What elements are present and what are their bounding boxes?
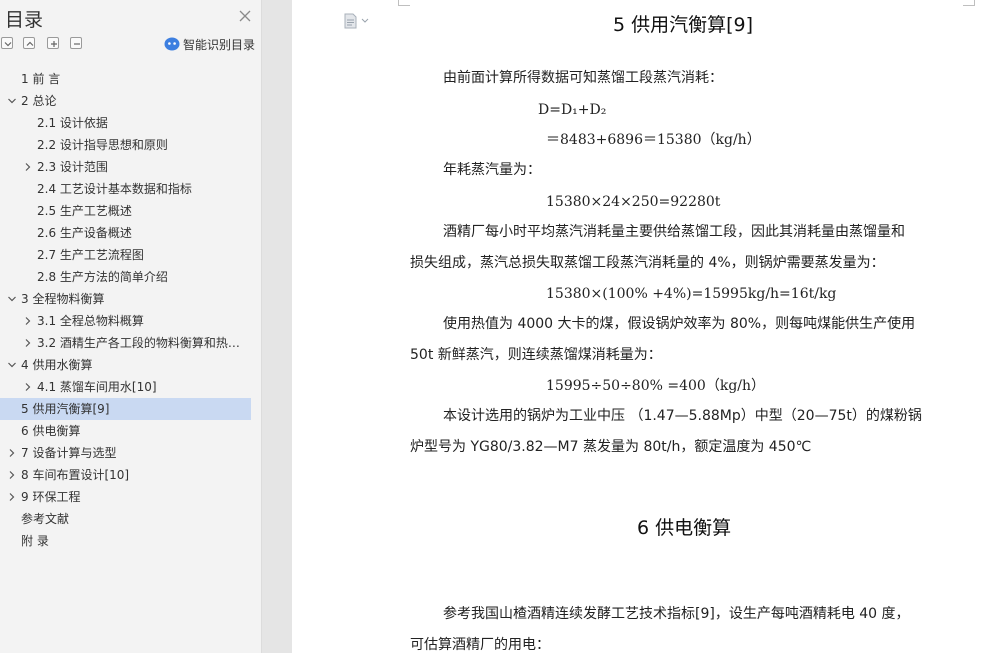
- toc-item[interactable]: 2.7 生产工艺流程图: [0, 244, 258, 266]
- toc-item-label: 2.8 生产方法的简单介绍: [37, 270, 168, 284]
- toc-item[interactable]: 4 供用水衡算: [0, 354, 258, 376]
- chevron-right-icon[interactable]: [22, 337, 34, 349]
- toc-item[interactable]: 5 供用汽衡算[9]: [0, 398, 251, 420]
- toc-item-label: 5 供用汽衡算[9]: [21, 402, 110, 416]
- toc-item[interactable]: 4.1 蒸馏车间用水[10]: [0, 376, 258, 398]
- close-icon[interactable]: [236, 7, 254, 25]
- toc-item[interactable]: 2.1 设计依据: [0, 112, 258, 134]
- page-corner-mark: [398, 0, 410, 6]
- formula: 15995÷50÷80% =400（kg/h）: [546, 378, 766, 394]
- paragraph: 参考我国山楂酒精连续发酵工艺技术指标[9]，设生产每吨酒精耗电 40 度，: [443, 606, 910, 622]
- section-heading-6: 6 供电衡算: [637, 517, 732, 539]
- chevron-down-icon[interactable]: [6, 359, 18, 371]
- toc-item-label: 1 前 言: [21, 72, 61, 86]
- chevron-right-icon[interactable]: [6, 469, 18, 481]
- toc-title: 目录: [5, 9, 44, 31]
- toc-item[interactable]: 附 录: [0, 530, 258, 552]
- toc-item[interactable]: 2.3 设计范围: [0, 156, 258, 178]
- toc-item[interactable]: 3.1 全程总物料概算: [0, 310, 258, 332]
- toc-item-label: 7 设备计算与选型: [21, 446, 117, 460]
- toc-item-label: 4 供用水衡算: [21, 358, 93, 372]
- section-heading-5: 5 供用汽衡算[9]: [613, 14, 754, 36]
- toc-item-label: 2.3 设计范围: [37, 160, 108, 174]
- toc-item[interactable]: 6 供电衡算: [0, 420, 258, 442]
- chevron-right-icon[interactable]: [6, 447, 18, 459]
- add-icon[interactable]: [47, 37, 59, 49]
- toc-item-label: 2.4 工艺设计基本数据和指标: [37, 182, 192, 196]
- formula: 15380×(100% +4%)=15995kg/h=16t/kg: [546, 286, 837, 302]
- paragraph: 酒精厂每小时平均蒸汽消耗量主要供给蒸馏工段，因此其消耗量由蒸馏量和: [443, 224, 905, 240]
- toc-item[interactable]: 3.2 酒精生产各工段的物料衡算和热…: [0, 332, 258, 354]
- toc-item-label: 参考文献: [21, 512, 70, 526]
- paragraph: 年耗蒸汽量为：: [443, 162, 541, 178]
- toc-panel: 目录 智能识别目录 1 前 言 2 总论 2.1 设计依据 2.2 设计指导思想和原则…: [0, 0, 262, 653]
- toc-item-label: 8 车间布置设计[10]: [21, 468, 130, 482]
- toc-item[interactable]: 2.2 设计指导思想和原则: [0, 134, 258, 156]
- toc-item-label: 4.1 蒸馏车间用水[10]: [37, 380, 157, 394]
- formula: D=D₁+D₂: [538, 102, 607, 118]
- expand-icon[interactable]: [23, 37, 35, 49]
- chevron-right-icon[interactable]: [22, 315, 34, 327]
- toc-item-label: 2.5 生产工艺概述: [37, 204, 132, 218]
- paragraph: 使用热值为 4000 大卡的煤，假设锅炉效率为 80%，则每吨煤能供生产使用: [443, 316, 916, 332]
- toc-item[interactable]: 2.5 生产工艺概述: [0, 200, 258, 222]
- paragraph: 炉型号为 YG80/3.82—M7 蒸发量为 80t/h，额定温度为 450℃: [410, 439, 812, 455]
- paragraph: 可估算酒精厂的用电：: [410, 637, 550, 653]
- toc-item[interactable]: 2.8 生产方法的简单介绍: [0, 266, 258, 288]
- chevron-right-icon[interactable]: [6, 491, 18, 503]
- formula: 15380×24×250=92280t: [546, 194, 721, 210]
- toc-item-label: 3.2 酒精生产各工段的物料衡算和热…: [37, 336, 240, 350]
- formula: ＝8483+6896＝15380（kg/h）: [546, 132, 761, 148]
- chevron-right-icon[interactable]: [22, 381, 34, 393]
- toc-item[interactable]: 9 环保工程: [0, 486, 258, 508]
- remove-icon[interactable]: [70, 37, 82, 49]
- smart-toc-button[interactable]: 智能识别目录: [164, 35, 255, 53]
- toc-item[interactable]: 2.4 工艺设计基本数据和指标: [0, 178, 258, 200]
- toc-item-label: 3 全程物料衡算: [21, 292, 105, 306]
- toc-item[interactable]: 8 车间布置设计[10]: [0, 464, 258, 486]
- toc-item[interactable]: 2.6 生产设备概述: [0, 222, 258, 244]
- toc-item-label: 附 录: [21, 534, 49, 548]
- document-icon[interactable]: [343, 13, 369, 29]
- toc-item-label: 2.2 设计指导思想和原则: [37, 138, 168, 152]
- toc-item[interactable]: 3 全程物料衡算: [0, 288, 258, 310]
- toc-item-label: 2.7 生产工艺流程图: [37, 248, 144, 262]
- toc-item[interactable]: 1 前 言: [0, 68, 258, 90]
- toc-item[interactable]: 参考文献: [0, 508, 258, 530]
- chevron-down-icon[interactable]: [6, 293, 18, 305]
- chevron-down-icon[interactable]: [6, 95, 18, 107]
- toc-item-label: 2 总论: [21, 94, 57, 108]
- smart-toc-label: 智能识别目录: [183, 37, 256, 52]
- toc-toolbar: 智能识别目录: [0, 35, 262, 53]
- toc-item-label: 3.1 全程总物料概算: [37, 314, 144, 328]
- toc-item-label: 2.1 设计依据: [37, 116, 108, 130]
- collapse-all-icon[interactable]: [1, 37, 13, 49]
- paragraph: 损失组成，蒸汽总损失取蒸馏工段蒸汽消耗量的 4%，则锅炉需要蒸发量为：: [410, 255, 885, 271]
- toc-item-label: 6 供电衡算: [21, 424, 81, 438]
- toc-item[interactable]: 2 总论: [0, 90, 258, 112]
- page-corner-mark: [963, 0, 975, 6]
- paragraph: 50t 新鲜蒸汽，则连续蒸馏煤消耗量为：: [410, 347, 662, 363]
- smart-toc-icon: [164, 37, 180, 51]
- toc-item-label: 9 环保工程: [21, 490, 81, 504]
- paragraph: 本设计选用的锅炉为工业中压 （1.47—5.88Mp）中型（20—75t）的煤粉…: [443, 408, 922, 424]
- chevron-right-icon[interactable]: [22, 161, 34, 173]
- paragraph: 由前面计算所得数据可知蒸馏工段蒸汽消耗：: [443, 70, 723, 86]
- toc-item-label: 2.6 生产设备概述: [37, 226, 132, 240]
- toc-item[interactable]: 7 设备计算与选型: [0, 442, 258, 464]
